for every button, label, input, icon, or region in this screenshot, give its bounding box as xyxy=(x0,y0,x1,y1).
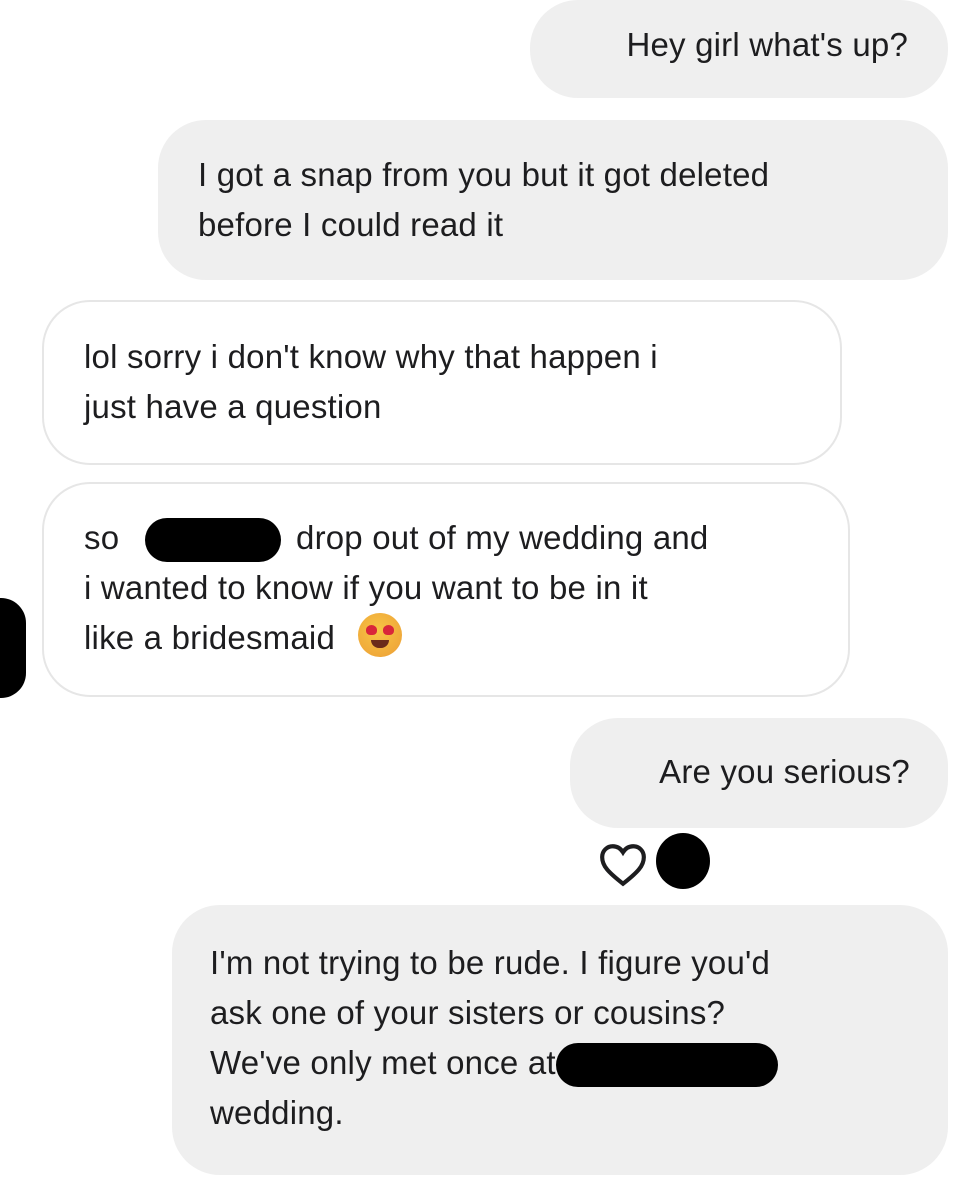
message-text: ask one of your sisters or cousins? xyxy=(210,994,726,1031)
message-text: i wanted to know if you want to be in it xyxy=(84,569,648,606)
redaction-mark xyxy=(555,1043,778,1088)
heart-reaction-icon[interactable] xyxy=(598,840,648,890)
message-bubble-incoming[interactable]: so drop out of my wedding and i wanted t… xyxy=(42,482,850,697)
message-line: like a bridesmaid xyxy=(84,613,808,663)
redaction-mark xyxy=(144,518,281,563)
message-text: I'm not trying to be rude. I figure you'… xyxy=(210,944,771,981)
message-line: so drop out of my wedding and xyxy=(84,513,808,563)
message-bubble-outgoing[interactable]: Hey girl what's up? xyxy=(530,0,948,98)
message-text: drop out of my wedding and xyxy=(296,519,709,556)
reactor-avatar-redacted xyxy=(656,833,710,889)
message-bubble-incoming[interactable]: lol sorry i don't know why that happen i… xyxy=(42,300,842,465)
message-bubble-outgoing[interactable]: I'm not trying to be rude. I figure you'… xyxy=(172,905,948,1175)
message-text: before I could read it xyxy=(198,206,504,243)
message-text: so xyxy=(84,519,120,556)
message-line: We've only met once at xyxy=(210,1038,910,1088)
message-text: just have a question xyxy=(84,388,382,425)
message-text: Are you serious? xyxy=(659,753,910,790)
message-text: like a bridesmaid xyxy=(84,619,336,656)
message-bubble-outgoing[interactable]: Are you serious? xyxy=(570,718,948,828)
message-text: lol sorry i don't know why that happen i xyxy=(84,338,658,375)
message-text: I got a snap from you but it got deleted xyxy=(198,156,770,193)
message-text: Hey girl what's up? xyxy=(626,26,908,63)
message-text: wedding. xyxy=(210,1094,344,1131)
message-bubble-outgoing[interactable]: I got a snap from you but it got deleted… xyxy=(158,120,948,280)
heart-eyes-emoji-icon xyxy=(358,613,403,657)
redaction-mark xyxy=(0,598,26,698)
message-text: We've only met once at xyxy=(210,1044,556,1081)
